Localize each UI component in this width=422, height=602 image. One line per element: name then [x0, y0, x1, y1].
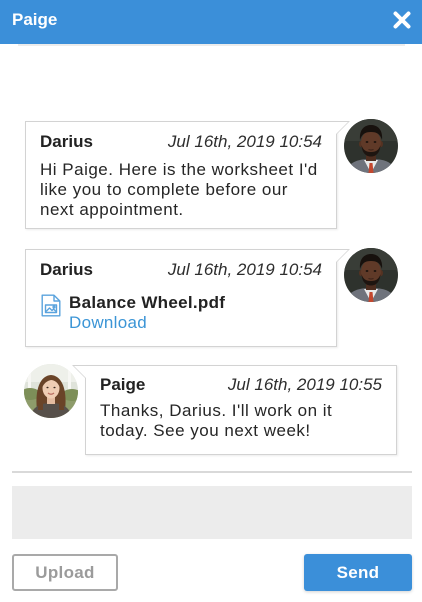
- attachment-info: Balance Wheel.pdf Download: [69, 293, 225, 333]
- avatar: [344, 119, 398, 173]
- message-timestamp: Jul 16th, 2019 10:55: [227, 375, 382, 394]
- message-header: Paige Jul 16th, 2019 10:55: [100, 375, 382, 395]
- avatar: [24, 364, 78, 418]
- message-timestamp: Jul 16th, 2019 10:54: [167, 132, 322, 151]
- message-bubble: Paige Jul 16th, 2019 10:55 Thanks, Dariu…: [72, 365, 397, 455]
- sender-name: Paige: [100, 375, 146, 394]
- message-text: Thanks, Darius. I'll work on it today. S…: [100, 401, 333, 440]
- message-input[interactable]: [12, 486, 412, 539]
- upload-button[interactable]: Upload: [12, 554, 118, 591]
- attachment-filename: Balance Wheel.pdf: [69, 293, 226, 312]
- avatar-photo: [344, 119, 398, 173]
- attachment: Balance Wheel.pdf Download: [40, 293, 322, 333]
- close-icon[interactable]: [392, 10, 412, 30]
- avatar-photo: [24, 364, 78, 418]
- sender-name: Darius: [40, 132, 93, 151]
- message: Darius Jul 16th, 2019 10:54 Hi Paige. He…: [0, 119, 422, 229]
- message: Paige Jul 16th, 2019 10:55 Thanks, Dariu…: [0, 364, 422, 455]
- message-list[interactable]: Darius Jul 16th, 2019 10:54 Hi Paige. He…: [0, 46, 422, 470]
- avatar-photo: [344, 248, 398, 302]
- message-header: Darius Jul 16th, 2019 10:54: [40, 132, 322, 152]
- message-text: Hi Paige. Here is the worksheet I'd like…: [40, 160, 318, 219]
- message: Darius Jul 16th, 2019 10:54 Balance Whee…: [0, 248, 422, 347]
- download-link[interactable]: Download: [69, 313, 225, 333]
- message-bubble: Darius Jul 16th, 2019 10:54 Hi Paige. He…: [25, 121, 350, 229]
- chat-header: Paige: [0, 0, 422, 44]
- message-header: Darius Jul 16th, 2019 10:54: [40, 260, 322, 280]
- message-timestamp: Jul 16th, 2019 10:54: [167, 260, 322, 279]
- chat-title: Paige: [12, 10, 58, 29]
- message-bubble: Darius Jul 16th, 2019 10:54 Balance Whee…: [25, 249, 350, 347]
- avatar: [344, 248, 398, 302]
- composer-divider: [12, 471, 412, 473]
- send-button[interactable]: Send: [304, 554, 412, 591]
- image-file-icon: [41, 294, 61, 317]
- sender-name: Darius: [40, 260, 93, 279]
